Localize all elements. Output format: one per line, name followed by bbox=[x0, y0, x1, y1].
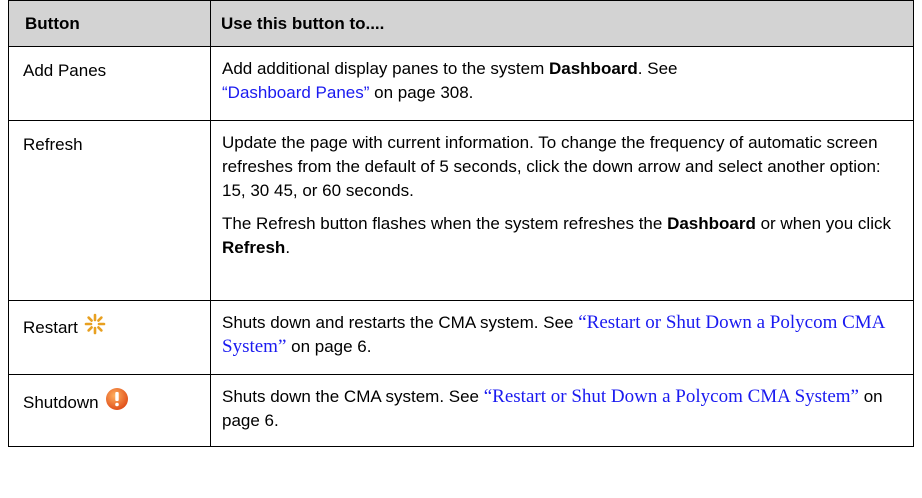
table-row: Add Panes Add additional display panes t… bbox=[8, 46, 914, 121]
description-restart: Shuts down and restarts the CMA system. … bbox=[210, 300, 914, 375]
restart-shutdown-link[interactable]: “Restart or Shut Down a Polycom CMA Syst… bbox=[484, 386, 859, 407]
column-header-usage: Use this button to.... bbox=[210, 0, 914, 47]
table-row: Restart Shuts down and restarts the CMA … bbox=[8, 300, 914, 375]
table-header-row: Button Use this button to.... bbox=[8, 0, 914, 47]
dashboard-panes-link[interactable]: “Dashboard Panes” bbox=[222, 83, 369, 102]
button-name-add-panes: Add Panes bbox=[8, 46, 211, 121]
button-name-shutdown: Shutdown bbox=[8, 374, 211, 447]
shutdown-icon bbox=[105, 387, 129, 416]
button-name-restart: Restart bbox=[8, 300, 211, 375]
table-row: Shutdown Shuts down the CMA system. See … bbox=[8, 374, 914, 447]
button-reference-table: Button Use this button to.... Add Panes … bbox=[8, 0, 914, 447]
refresh-paragraph-2: The Refresh button flashes when the syst… bbox=[222, 214, 891, 257]
description-refresh: Update the page with current information… bbox=[210, 120, 914, 301]
description-add-panes: Add additional display panes to the syst… bbox=[210, 46, 914, 121]
refresh-paragraph-1: Update the page with current information… bbox=[222, 133, 881, 200]
column-header-button: Button bbox=[8, 0, 211, 47]
restart-icon bbox=[84, 313, 106, 340]
table-row: Refresh Update the page with current inf… bbox=[8, 120, 914, 301]
description-shutdown: Shuts down the CMA system. See “Restart … bbox=[210, 374, 914, 447]
button-name-refresh: Refresh bbox=[8, 120, 211, 301]
